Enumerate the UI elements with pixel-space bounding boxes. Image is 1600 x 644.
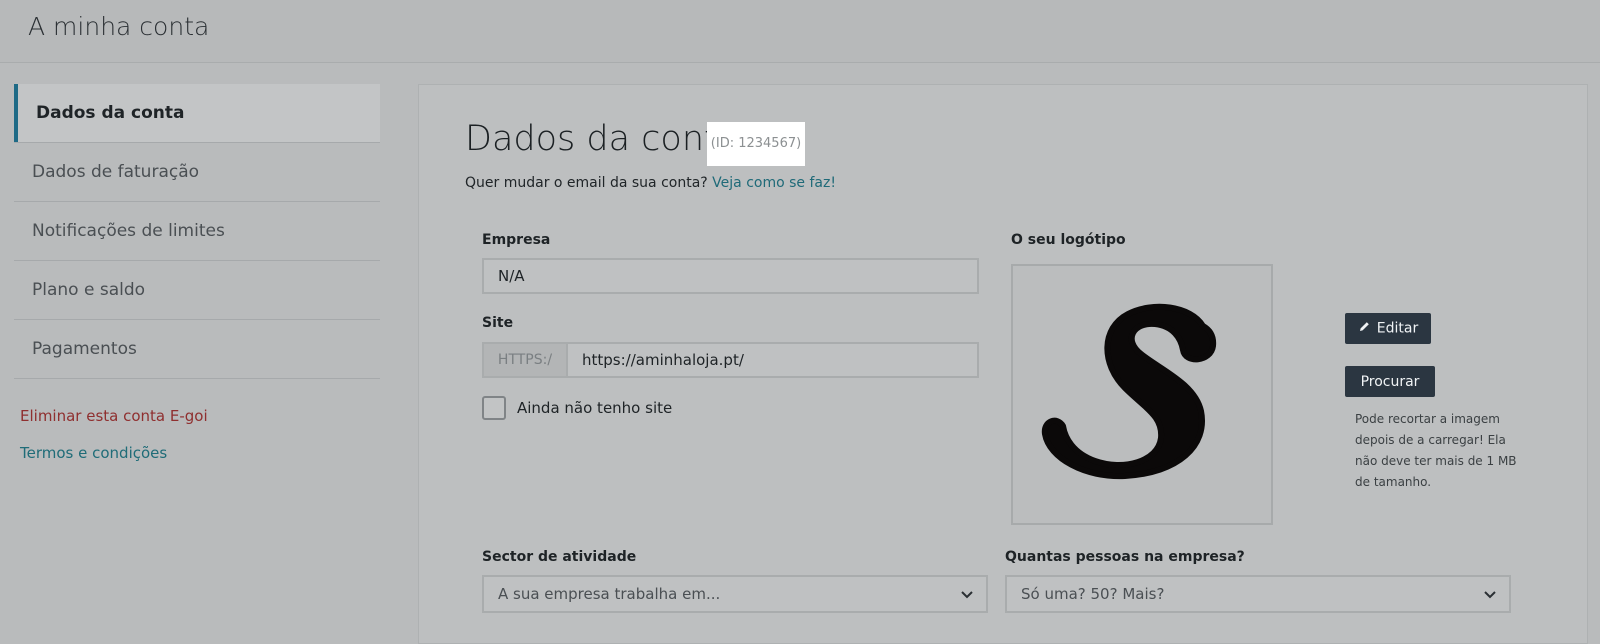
sidebar-item-dados-da-conta[interactable]: Dados da conta (14, 84, 380, 143)
site-protocol-prefix: HTTPS:/ (482, 342, 566, 378)
logo-label: O seu logótipo (1011, 232, 1126, 248)
top-bar: A minha conta (0, 0, 1600, 63)
sector-select-value: A sua empresa trabalha em... (498, 585, 721, 603)
email-help-link[interactable]: Veja como se faz! (712, 175, 836, 191)
no-site-label: Ainda não tenho site (517, 399, 673, 417)
site-input[interactable]: https://aminhaloja.pt/ (566, 342, 979, 378)
sidebar-item-dados-de-faturacao[interactable]: Dados de faturação (14, 143, 380, 202)
edit-logo-button[interactable]: Editar (1345, 313, 1431, 344)
sector-label: Sector de atividade (482, 549, 637, 565)
account-data-panel: Dados da conta (ID: 1234567) Quer mudar … (418, 84, 1588, 644)
page-title: Dados da conta (465, 119, 740, 159)
sector-select[interactable]: A sua empresa trabalha em... (482, 575, 988, 613)
terms-link[interactable]: Termos e condições (20, 444, 167, 462)
company-size-select[interactable]: Só uma? 50? Mais? (1005, 575, 1511, 613)
sidebar-item-notificacoes-de-limites[interactable]: Notificações de limites (14, 202, 380, 261)
sidebar-item-plano-e-saldo[interactable]: Plano e saldo (14, 261, 380, 320)
browse-logo-button[interactable]: Procurar (1345, 366, 1435, 397)
site-label: Site (482, 315, 514, 331)
logo-hint: Pode recortar a imagem depois de a carre… (1355, 412, 1517, 489)
company-input[interactable]: N/A (482, 258, 979, 294)
company-size-label: Quantas pessoas na empresa? (1005, 549, 1245, 565)
app-title: A minha conta (28, 12, 210, 41)
chevron-down-icon (961, 591, 973, 599)
sidebar-item-pagamentos[interactable]: Pagamentos (14, 320, 380, 379)
logo-s-image (1041, 303, 1217, 480)
account-id-badge: (ID: 1234567) (707, 122, 805, 166)
delete-account-link[interactable]: Eliminar esta conta E-goi (20, 407, 208, 425)
email-change-line: Quer mudar o email da sua conta? Veja co… (465, 175, 836, 191)
logo-preview (1011, 264, 1273, 525)
company-label: Empresa (482, 232, 551, 248)
email-question: Quer mudar o email da sua conta? (465, 175, 708, 191)
edit-logo-label: Editar (1376, 320, 1419, 337)
no-site-checkbox[interactable] (482, 396, 506, 420)
company-size-select-value: Só uma? 50? Mais? (1021, 585, 1165, 603)
pencil-icon (1358, 320, 1371, 337)
sidebar: Dados da conta Dados de faturação Notifi… (14, 84, 380, 379)
chevron-down-icon (1484, 591, 1496, 599)
